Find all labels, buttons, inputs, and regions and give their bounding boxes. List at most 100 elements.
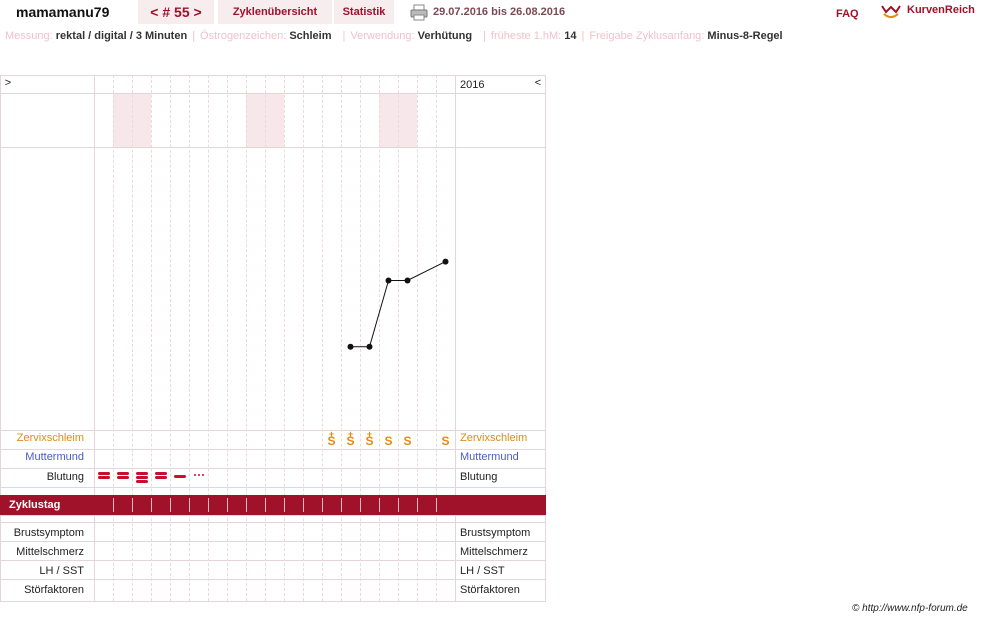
- temperature-point[interactable]: [404, 277, 411, 284]
- cycle-day-divider: [227, 498, 228, 512]
- printer-icon[interactable]: [410, 4, 428, 21]
- username: mamamanu79: [16, 4, 110, 20]
- freigabe-value: Minus-8-Regel: [707, 30, 783, 42]
- cycle-day-number: [246, 495, 265, 515]
- cycle-day-number: [170, 495, 189, 515]
- row-label-blutung-left: Blutung: [46, 471, 84, 483]
- cycle-day-number: [417, 495, 436, 515]
- row-label-stoer-right: Störfaktoren: [460, 584, 520, 596]
- brand-name[interactable]: KurvenReich: [907, 4, 975, 16]
- mucus-mark: S: [327, 434, 336, 448]
- mucus-mark: S: [365, 434, 374, 448]
- zyklustag-label: Zyklustag: [9, 499, 61, 511]
- cycle-day-number: [94, 495, 113, 515]
- cycle-day-divider: [360, 498, 361, 512]
- row-label-stoer-left: Störfaktoren: [24, 584, 84, 596]
- cycle-day-number: [189, 495, 208, 515]
- bleeding-bar: [135, 472, 148, 475]
- bleeding-bar: [135, 476, 148, 479]
- temperature-point[interactable]: [385, 277, 392, 284]
- cycle-day-number: [379, 495, 398, 515]
- cycle-day-number: [284, 495, 303, 515]
- row-label-muttermund-right: Muttermund: [460, 451, 519, 463]
- temperature-point[interactable]: [347, 343, 354, 350]
- cycle-day-number: [208, 495, 227, 515]
- bleeding-bar: [116, 472, 129, 475]
- cycle-day-number: [436, 495, 455, 515]
- row-label-zervix-right: Zervixschleim: [460, 432, 528, 444]
- cycle-day-divider: [303, 498, 304, 512]
- cycle-day-divider: [246, 498, 247, 512]
- cycle-day-divider: [113, 498, 114, 512]
- mucus-mark: S: [346, 434, 355, 448]
- cycle-day-divider: [132, 498, 133, 512]
- cycle-day-divider: [265, 498, 266, 512]
- cycle-day-number: [322, 495, 341, 515]
- row-label-zervix-left: Zervixschleim: [16, 432, 84, 444]
- temperature-curve: [347, 258, 449, 350]
- cycle-day-divider: [189, 498, 190, 512]
- bleeding-bar: [97, 476, 110, 479]
- messung-value: rektal / digital / 3 Minuten: [55, 30, 188, 42]
- row-label-mittel-left: Mittelschmerz: [16, 546, 84, 558]
- cycle-navigation[interactable]: < # 55 >: [138, 0, 214, 24]
- cycle-day-divider: [379, 498, 380, 512]
- bleeding-bar: [97, 472, 110, 475]
- first-hm-value: 14: [564, 30, 577, 42]
- row-label-mittel-right: Mittelschmerz: [460, 546, 528, 558]
- cycle-day-number: [132, 495, 151, 515]
- cycle-day-divider: [398, 498, 399, 512]
- tab-cycle-overview[interactable]: Zyklenübersicht: [218, 0, 332, 24]
- bleeding-bar: [154, 472, 167, 475]
- freigabe-label: Freigabe Zyklusanfang:: [589, 30, 705, 42]
- row-label-lh-left: LH / SST: [39, 565, 84, 577]
- faq-link[interactable]: FAQ: [836, 8, 859, 20]
- copyright-notice: © http://www.nfp-forum.de: [852, 603, 968, 614]
- verwendung-value: Verhütung: [417, 30, 473, 42]
- cycle-day-number: [113, 495, 132, 515]
- cycle-day-number: [341, 495, 360, 515]
- cycle-day-divider: [341, 498, 342, 512]
- temperature-point[interactable]: [442, 258, 449, 265]
- row-label-brust-left: Brustsymptom: [13, 527, 84, 539]
- cycle-day-divider: [170, 498, 171, 512]
- cycle-day-divider: [417, 498, 418, 512]
- row-label-brust-right: Brustsymptom: [460, 527, 531, 539]
- mucus-mark: S: [441, 434, 450, 448]
- date-range: 29.07.2016 bis 26.08.2016: [433, 6, 566, 18]
- top-bar: mamamanu79 < # 55 > Zyklenübersicht Stat…: [0, 0, 981, 24]
- mucus-mark: S: [403, 434, 412, 448]
- spotting-dot: [201, 474, 204, 476]
- first-hm-label: früheste 1.hM:: [490, 30, 562, 42]
- verwendung-label: Verwendung:: [350, 30, 415, 42]
- cycle-day-number: [265, 495, 284, 515]
- tab-statistics[interactable]: Statistik: [334, 0, 394, 24]
- oestrogen-value: Schleim: [289, 30, 332, 42]
- cycle-day-divider: [322, 498, 323, 512]
- mucus-mark: S: [384, 434, 393, 448]
- cycle-chart: > < 2016 Zervixschleim Zervixschleim Mut…: [0, 75, 546, 602]
- spotting-dot: [197, 474, 200, 476]
- row-label-muttermund-left: Muttermund: [25, 451, 84, 463]
- cycle-day-number: [151, 495, 170, 515]
- info-bar: Messung: rektal / digital / 3 Minuten | Ös…: [5, 30, 783, 42]
- cycle-day-divider: [208, 498, 209, 512]
- temperature-point[interactable]: [366, 343, 373, 350]
- bleeding-bar: [173, 475, 186, 478]
- temperature-line: [350, 261, 446, 348]
- row-label-blutung-right: Blutung: [460, 471, 498, 483]
- cycle-day-number: [303, 495, 322, 515]
- spotting-dot: [193, 474, 196, 476]
- oestrogen-label: Östrogenzeichen:: [200, 30, 287, 42]
- cycle-day-divider: [151, 498, 152, 512]
- row-label-lh-right: LH / SST: [460, 565, 505, 577]
- cycle-day-number: [398, 495, 417, 515]
- cycle-day-number: [360, 495, 379, 515]
- bleeding-bar: [116, 476, 129, 479]
- cycle-day-number: [227, 495, 246, 515]
- brand-logo-icon[interactable]: [880, 2, 902, 20]
- cycle-day-divider: [436, 498, 437, 512]
- messung-label: Messung:: [5, 30, 53, 42]
- cycle-day-divider: [284, 498, 285, 512]
- bleeding-bar: [154, 476, 167, 479]
